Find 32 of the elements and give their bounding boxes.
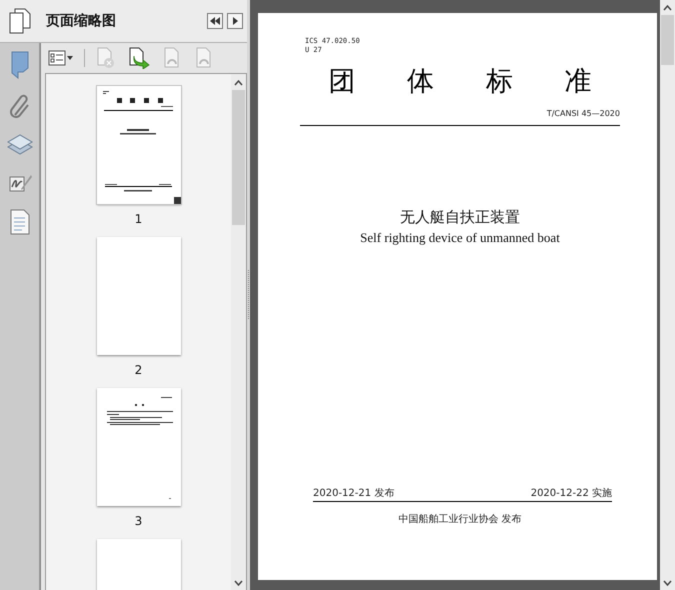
page-number: 2 xyxy=(134,363,142,377)
collapse-button[interactable] xyxy=(207,13,223,29)
page-icon[interactable] xyxy=(8,209,30,235)
page-number: 1 xyxy=(134,212,142,226)
issue-date: 2020-12-21 发布 xyxy=(313,487,394,500)
double-left-arrow-icon[interactable] xyxy=(210,17,220,25)
scroll-down-icon[interactable] xyxy=(234,580,243,586)
panel-title: 页面缩略图 xyxy=(44,12,117,30)
scrollbar-thumb[interactable] xyxy=(232,90,245,225)
bookmark-icon[interactable] xyxy=(10,51,30,79)
layers-icon[interactable] xyxy=(6,133,32,157)
standard-number: T/CANSI 45—2020 xyxy=(546,109,620,118)
paperclip-icon[interactable] xyxy=(8,93,30,119)
document-title: 无人艇自扶正装置 xyxy=(400,208,520,226)
document-subtitle: Self righting device of unmanned boat xyxy=(360,230,560,245)
effective-date: 2020-12-22 实施 xyxy=(530,486,612,500)
scroll-down-icon[interactable] xyxy=(663,580,672,586)
scroll-up-icon[interactable] xyxy=(663,5,672,11)
insert-page-icon[interactable] xyxy=(127,47,151,69)
document-heading: 团 体 标 准 xyxy=(328,66,592,97)
splitter-grip-icon[interactable] xyxy=(247,270,250,320)
page-thumbnail[interactable] xyxy=(96,86,180,204)
publisher: 中国船舶工业行业协会 发布 xyxy=(398,514,522,525)
scrollbar-thumb[interactable] xyxy=(661,15,674,65)
pages-icon[interactable] xyxy=(9,8,31,34)
right-arrow-icon[interactable] xyxy=(232,17,238,25)
page-thumbnail[interactable] xyxy=(96,388,180,506)
page-thumbnail[interactable] xyxy=(96,237,180,355)
page-number: 3 xyxy=(134,514,142,528)
options-icon[interactable] xyxy=(48,50,74,66)
expand-button[interactable] xyxy=(227,13,243,29)
scroll-up-icon[interactable] xyxy=(234,80,243,86)
